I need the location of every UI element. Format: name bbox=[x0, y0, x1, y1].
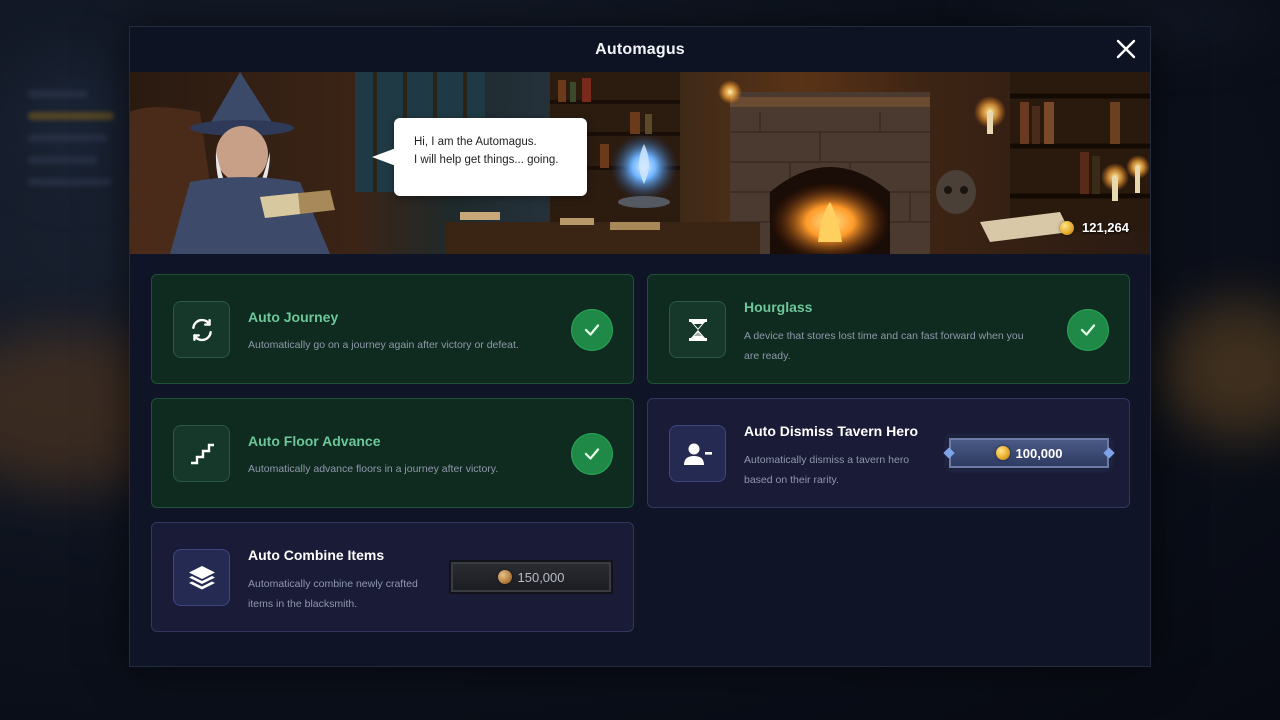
buy-auto-combine-button[interactable]: 150,000 bbox=[451, 562, 611, 592]
gold-coin-icon bbox=[995, 446, 1010, 460]
price-label: 150,000 bbox=[517, 569, 565, 585]
speech-bubble: Hi, I am the Automagus. I will help get … bbox=[372, 118, 587, 196]
upgrade-card-hourglass[interactable]: Hourglass A device that stores lost time… bbox=[647, 274, 1130, 384]
gold-coin-icon bbox=[1060, 220, 1074, 235]
modal-title: Automagus bbox=[595, 40, 685, 58]
upgrade-title: Auto Journey bbox=[248, 309, 339, 325]
stairs-icon bbox=[190, 443, 214, 464]
speech-line-1: Hi, I am the Automagus. bbox=[414, 136, 537, 148]
upgrade-card-auto-dismiss-tavern-hero: Auto Dismiss Tavern Hero Automatically d… bbox=[647, 398, 1130, 508]
automagus-modal: Automagus Hi, I am the Automagus. I will… bbox=[129, 26, 1151, 667]
speech-line-2: I will help get things... going. bbox=[414, 154, 559, 166]
upgrade-title: Auto Floor Advance bbox=[248, 433, 381, 449]
upgrade-card-auto-journey[interactable]: Auto Journey Automatically go on a journ… bbox=[151, 274, 634, 384]
upgrade-card-auto-combine-items: Auto Combine Items Automatically combine… bbox=[151, 522, 634, 632]
wizard-study-illustration bbox=[130, 72, 1150, 254]
hourglass-icon bbox=[688, 318, 707, 341]
upgrade-title: Auto Dismiss Tavern Hero bbox=[744, 423, 919, 439]
upgrade-title: Auto Combine Items bbox=[248, 547, 385, 563]
upgrade-description: Automatically combine newly crafted item… bbox=[248, 574, 418, 614]
upgrade-description: Automatically go on a journey again afte… bbox=[248, 339, 519, 351]
close-button[interactable] bbox=[1114, 37, 1138, 61]
owned-check-badge bbox=[571, 433, 613, 475]
refresh-icon bbox=[191, 318, 212, 341]
auto-dismiss-icon-box bbox=[669, 425, 726, 482]
owned-check-badge bbox=[571, 309, 613, 351]
checkmark-icon bbox=[584, 448, 600, 460]
gold-balance: 121,264 bbox=[1060, 220, 1129, 235]
wizard-banner: Hi, I am the Automagus. I will help get … bbox=[130, 72, 1150, 254]
upgrade-description-line-2: items in the blacksmith. bbox=[248, 598, 358, 610]
auto-journey-icon-box bbox=[173, 301, 230, 358]
gold-amount: 121,264 bbox=[1082, 220, 1129, 235]
close-icon bbox=[1116, 39, 1136, 59]
buy-auto-dismiss-button[interactable]: 100,000 bbox=[949, 438, 1109, 468]
price-label: 100,000 bbox=[1015, 445, 1063, 461]
upgrade-description-line-2: are ready. bbox=[744, 350, 791, 362]
upgrade-description-line-1: Automatically dismiss a tavern hero bbox=[744, 454, 910, 466]
gold-coin-icon bbox=[497, 570, 512, 584]
upgrade-description-line-1: Automatically combine newly crafted bbox=[248, 578, 418, 590]
hourglass-icon-box bbox=[669, 301, 726, 358]
remove-user-icon bbox=[683, 443, 712, 465]
checkmark-icon bbox=[1080, 324, 1096, 336]
owned-check-badge bbox=[1067, 309, 1109, 351]
upgrade-card-auto-floor-advance[interactable]: Auto Floor Advance Automatically advance… bbox=[151, 398, 634, 508]
layers-icon bbox=[188, 565, 215, 589]
upgrade-title: Hourglass bbox=[744, 299, 813, 315]
upgrade-description: Automatically advance floors in a journe… bbox=[248, 463, 499, 475]
auto-floor-advance-icon-box bbox=[173, 425, 230, 482]
upgrade-description-line-2: based on their rarity. bbox=[744, 474, 839, 486]
modal-header: Automagus bbox=[130, 27, 1150, 72]
auto-combine-icon-box bbox=[173, 549, 230, 606]
upgrade-description: Automatically dismiss a tavern hero base… bbox=[744, 450, 909, 490]
upgrade-description: A device that stores lost time and can f… bbox=[744, 326, 1024, 366]
checkmark-icon bbox=[584, 324, 600, 336]
upgrade-description-line-1: A device that stores lost time and can f… bbox=[744, 330, 1024, 342]
